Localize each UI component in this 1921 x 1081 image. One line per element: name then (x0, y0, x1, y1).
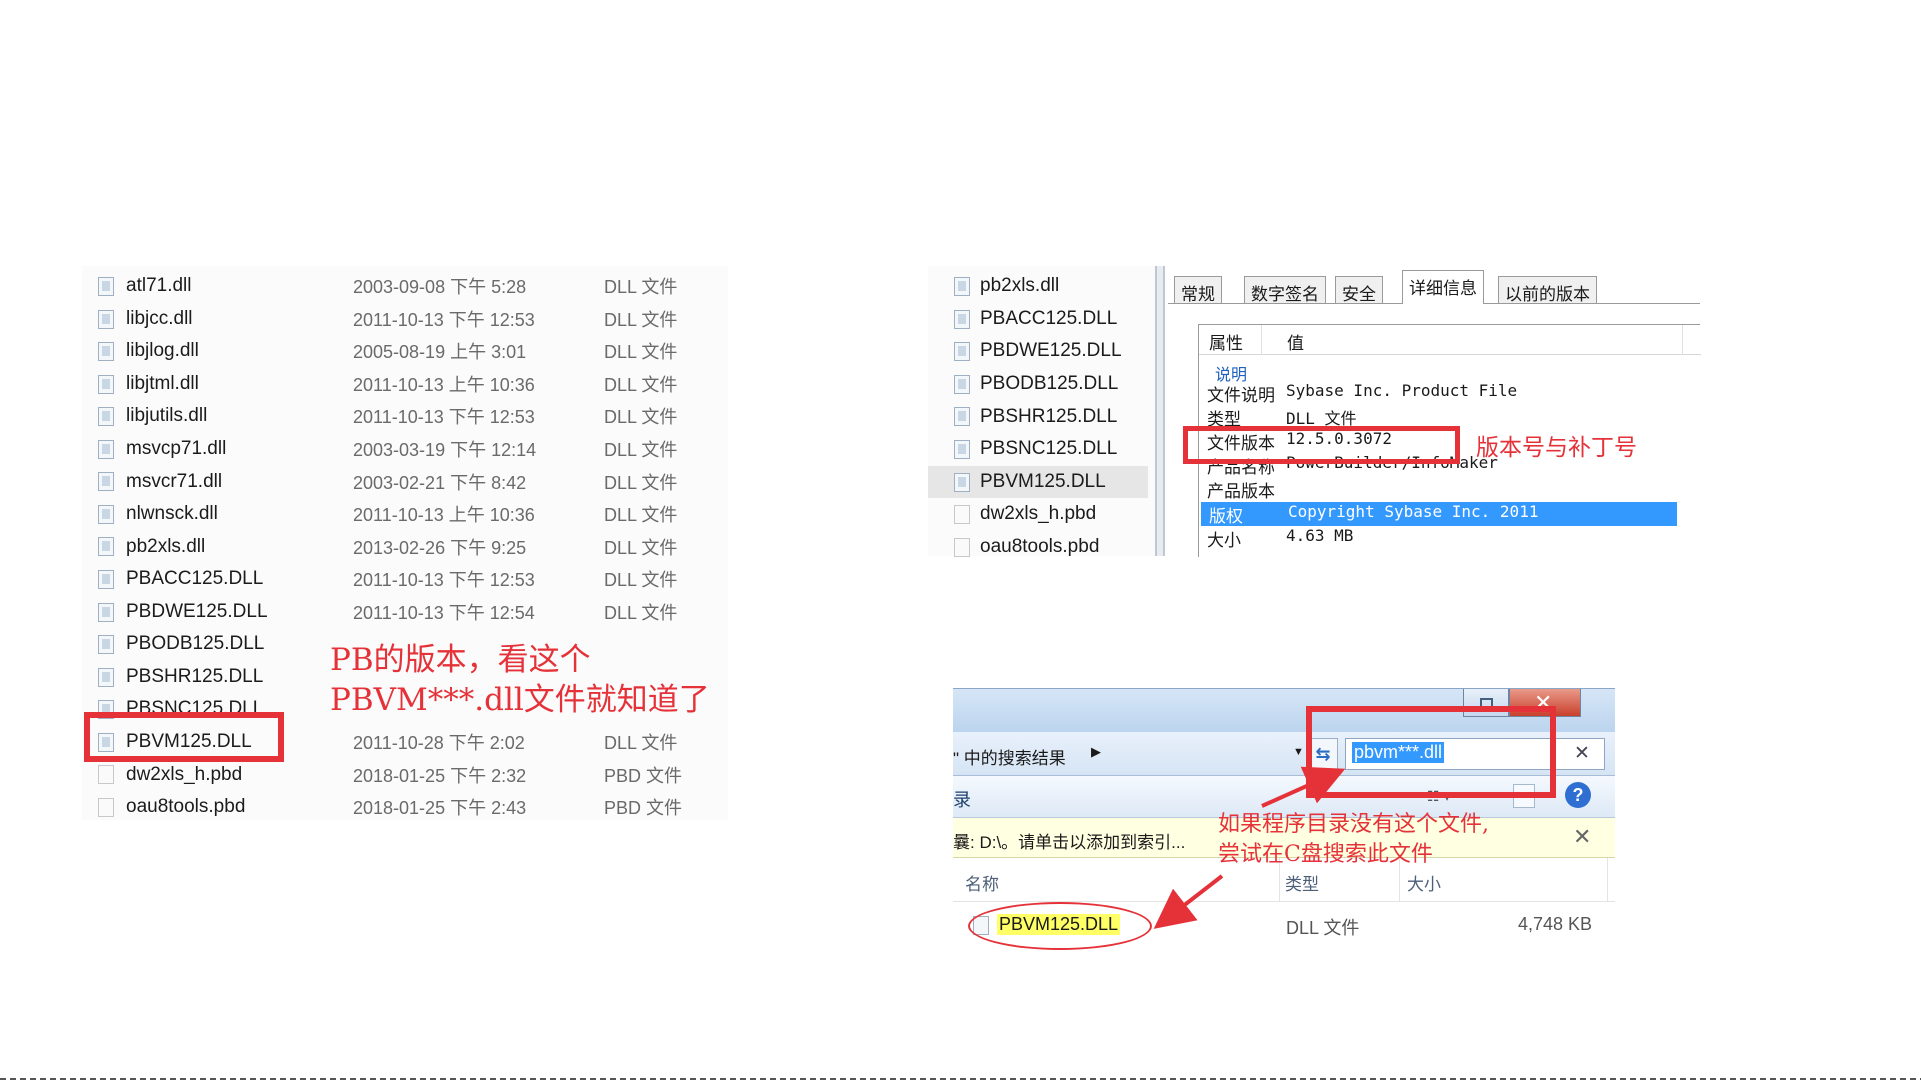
annotation-arrows (1153, 766, 1346, 929)
bottom-border (0, 1078, 1921, 1080)
arrow-to-result (1153, 874, 1224, 929)
arrow-to-search-box (1261, 766, 1346, 808)
tab-details[interactable]: 详细信息 (1402, 270, 1484, 304)
